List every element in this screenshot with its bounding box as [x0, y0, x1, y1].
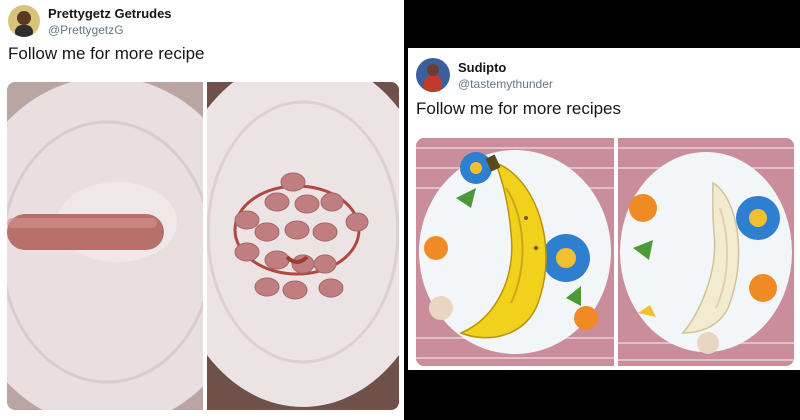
right-tweet-text: Follow me for more recipes — [416, 99, 622, 118]
right-photo-banana-peeled[interactable] — [618, 138, 794, 366]
left-tweet-text: Follow me for more recipe — [8, 44, 205, 63]
right-handle[interactable]: @tastemythunder — [458, 77, 553, 91]
left-avatar[interactable] — [8, 5, 40, 37]
left-photo-sausage-sliced[interactable] — [207, 82, 399, 410]
left-display-name[interactable]: Prettygetz Getrudes — [48, 6, 172, 21]
right-tweet-card: Sudipto @tastemythunder Follow me for mo… — [408, 48, 800, 370]
right-photo-banana-whole[interactable] — [416, 138, 614, 366]
left-handle[interactable]: @PrettygetzG — [48, 23, 124, 37]
left-photo-sausage-whole[interactable] — [7, 82, 203, 410]
right-avatar[interactable] — [416, 58, 450, 92]
right-display-name[interactable]: Sudipto — [458, 60, 506, 75]
left-tweet-card: Prettygetz Getrudes @PrettygetzG Follow … — [0, 0, 404, 420]
